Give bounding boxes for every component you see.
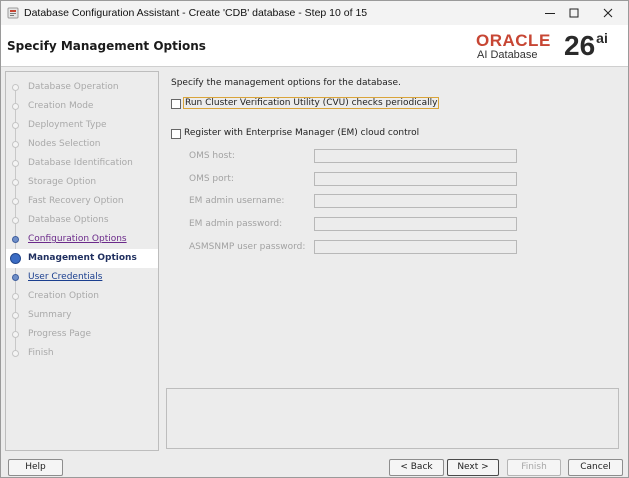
em-admin-password-input[interactable] bbox=[314, 217, 517, 231]
step-label: User Credentials bbox=[28, 272, 103, 282]
instructions-text: Specify the management options for the d… bbox=[171, 78, 401, 88]
step-finish: Finish bbox=[6, 344, 158, 363]
step-label: Management Options bbox=[28, 253, 137, 263]
asmsnmp-password-label: ASMSNMP user password: bbox=[189, 242, 306, 252]
minimize-icon bbox=[545, 13, 555, 14]
window-title: Database Configuration Assistant - Creat… bbox=[24, 7, 368, 19]
cvu-checkbox-row[interactable]: Run Cluster Verification Utility (CVU) c… bbox=[171, 97, 441, 111]
step-label: Creation Mode bbox=[28, 101, 94, 111]
step-label: Progress Page bbox=[28, 329, 92, 339]
oms-port-label: OMS port: bbox=[189, 174, 234, 184]
minimize-button[interactable] bbox=[539, 5, 561, 21]
step-dot-icon bbox=[12, 179, 19, 186]
finish-button: Finish bbox=[507, 459, 561, 476]
cancel-button[interactable]: Cancel bbox=[568, 459, 623, 476]
step-label: Fast Recovery Option bbox=[28, 196, 124, 206]
em-checkbox-row[interactable]: Register with Enterprise Manager (EM) cl… bbox=[171, 127, 431, 141]
step-dot-icon bbox=[12, 293, 19, 300]
step-dot-icon bbox=[12, 274, 19, 281]
close-button[interactable] bbox=[597, 5, 619, 21]
step-nodes-selection: Nodes Selection bbox=[6, 135, 158, 154]
em-admin-password-label: EM admin password: bbox=[189, 219, 283, 229]
close-icon bbox=[603, 8, 613, 18]
step-label: Summary bbox=[28, 310, 72, 320]
step-configuration-options[interactable]: Configuration Options bbox=[6, 230, 158, 249]
cvu-checkbox-label[interactable]: Run Cluster Verification Utility (CVU) c… bbox=[182, 97, 440, 109]
step-label: Nodes Selection bbox=[28, 139, 101, 149]
step-management-options: Management Options bbox=[6, 249, 158, 268]
version-badge: 26ai bbox=[564, 30, 608, 62]
oracle-logo: ORACLE AI Database 26ai bbox=[474, 29, 624, 65]
step-storage-option: Storage Option bbox=[6, 173, 158, 192]
step-dot-icon bbox=[12, 160, 19, 167]
step-creation-option: Creation Option bbox=[6, 287, 158, 306]
step-database-identification: Database Identification bbox=[6, 154, 158, 173]
app-icon bbox=[7, 7, 19, 19]
step-dot-icon bbox=[12, 350, 19, 357]
version-suffix: ai bbox=[596, 29, 608, 46]
maximize-button[interactable] bbox=[563, 5, 585, 21]
version-number: 26 bbox=[564, 30, 596, 61]
step-dot-icon bbox=[12, 198, 19, 205]
product-name: AI Database bbox=[477, 49, 538, 61]
back-button[interactable]: < Back bbox=[389, 459, 444, 476]
oms-host-input[interactable] bbox=[314, 149, 517, 163]
step-deployment-type: Deployment Type bbox=[6, 116, 158, 135]
step-label: Storage Option bbox=[28, 177, 97, 187]
step-database-operation: Database Operation bbox=[6, 78, 158, 97]
step-dot-icon bbox=[12, 122, 19, 129]
step-fast-recovery-option: Fast Recovery Option bbox=[6, 192, 158, 211]
step-dot-icon bbox=[12, 141, 19, 148]
step-user-credentials[interactable]: User Credentials bbox=[6, 268, 158, 287]
step-dot-icon bbox=[12, 84, 19, 91]
em-checkbox-label[interactable]: Register with Enterprise Manager (EM) cl… bbox=[184, 128, 419, 138]
oracle-wordmark: ORACLE bbox=[476, 31, 551, 50]
em-admin-username-label: EM admin username: bbox=[189, 196, 285, 206]
step-label: Database Operation bbox=[28, 82, 119, 92]
step-label: Finish bbox=[28, 348, 54, 358]
oms-host-label: OMS host: bbox=[189, 151, 235, 161]
step-label: Deployment Type bbox=[28, 120, 107, 130]
step-creation-mode: Creation Mode bbox=[6, 97, 158, 116]
step-dot-icon bbox=[12, 103, 19, 110]
em-admin-username-input[interactable] bbox=[314, 194, 517, 208]
step-summary: Summary bbox=[6, 306, 158, 325]
step-current-icon bbox=[10, 253, 21, 264]
step-label: Configuration Options bbox=[28, 234, 127, 244]
description-panel bbox=[166, 388, 619, 449]
step-label: Database Options bbox=[28, 215, 109, 225]
step-label: Creation Option bbox=[28, 291, 99, 301]
next-button[interactable]: Next > bbox=[447, 459, 499, 476]
steps-panel: Database Operation Creation Mode Deploym… bbox=[5, 71, 159, 451]
asmsnmp-password-input[interactable] bbox=[314, 240, 517, 254]
dbca-window: Database Configuration Assistant - Creat… bbox=[0, 0, 629, 478]
page-header: Specify Management Options ORACLE AI Dat… bbox=[1, 25, 628, 67]
maximize-icon bbox=[569, 8, 579, 18]
step-dot-icon bbox=[12, 236, 19, 243]
step-database-options: Database Options bbox=[6, 211, 158, 230]
page-title: Specify Management Options bbox=[7, 39, 206, 53]
step-dot-icon bbox=[12, 217, 19, 224]
main-content: Specify the management options for the d… bbox=[163, 71, 623, 451]
cvu-checkbox[interactable] bbox=[171, 99, 181, 109]
help-button[interactable]: Help bbox=[8, 459, 63, 476]
title-bar: Database Configuration Assistant - Creat… bbox=[1, 1, 628, 25]
oms-port-input[interactable] bbox=[314, 172, 517, 186]
step-dot-icon bbox=[12, 331, 19, 338]
em-checkbox[interactable] bbox=[171, 129, 181, 139]
step-label: Database Identification bbox=[28, 158, 133, 168]
step-progress-page: Progress Page bbox=[6, 325, 158, 344]
step-dot-icon bbox=[12, 312, 19, 319]
